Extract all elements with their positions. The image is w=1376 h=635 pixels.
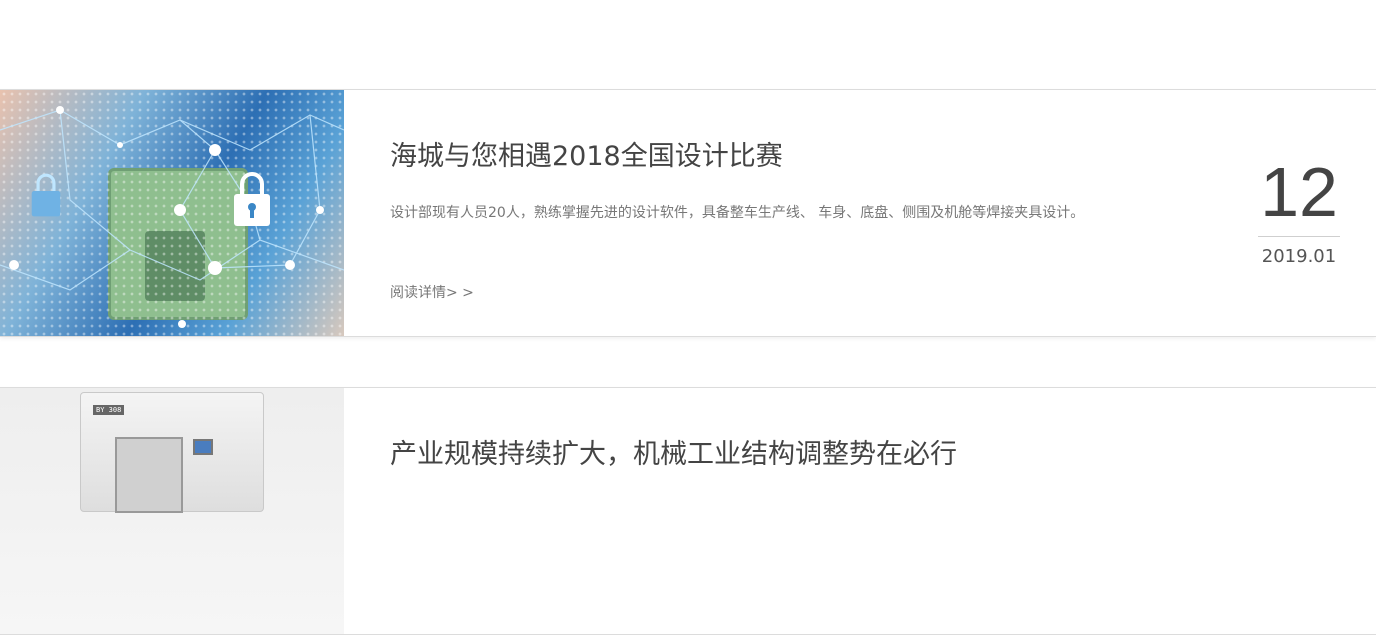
article-title[interactable]: 产业规模持续扩大，机械工业结构调整势在必行 [390,432,957,471]
date-divider [1258,236,1340,237]
news-card[interactable]: 海城与您相遇2018全国设计比赛 设计部现有人员20人，熟练掌握先进的设计软件，… [0,89,1376,337]
machine-door [115,437,183,513]
date-year-month: 2019.01 [1261,246,1337,267]
lock-icon [234,172,270,226]
article-content: 海城与您相遇2018全国设计比赛 设计部现有人员20人，熟练掌握先进的设计软件，… [390,90,1210,336]
article-description: 设计部现有人员20人，熟练掌握先进的设计软件，具备整车生产线、 车身、底盘、侧围… [390,205,1085,221]
machine-tool-image: BY 308 [80,392,264,513]
article-content: 产业规模持续扩大，机械工业结构调整势在必行 [390,388,1210,634]
machine-label: BY 308 [93,405,125,415]
lock-icon [31,173,61,217]
article-thumbnail[interactable]: BY 308 [0,388,344,634]
news-list: 海城与您相遇2018全国设计比赛 设计部现有人员20人，熟练掌握先进的设计软件，… [0,0,1376,635]
machine-screen [193,439,213,455]
article-thumbnail[interactable] [0,90,344,336]
read-more-link[interactable]: 阅读详情> > [390,282,474,302]
date-day: 12 [1260,153,1338,231]
article-date: 12 2019.01 [1258,152,1340,282]
news-card[interactable]: BY 308 产业规模持续扩大，机械工业结构调整势在必行 [0,387,1376,635]
article-title[interactable]: 海城与您相遇2018全国设计比赛 [390,134,783,173]
